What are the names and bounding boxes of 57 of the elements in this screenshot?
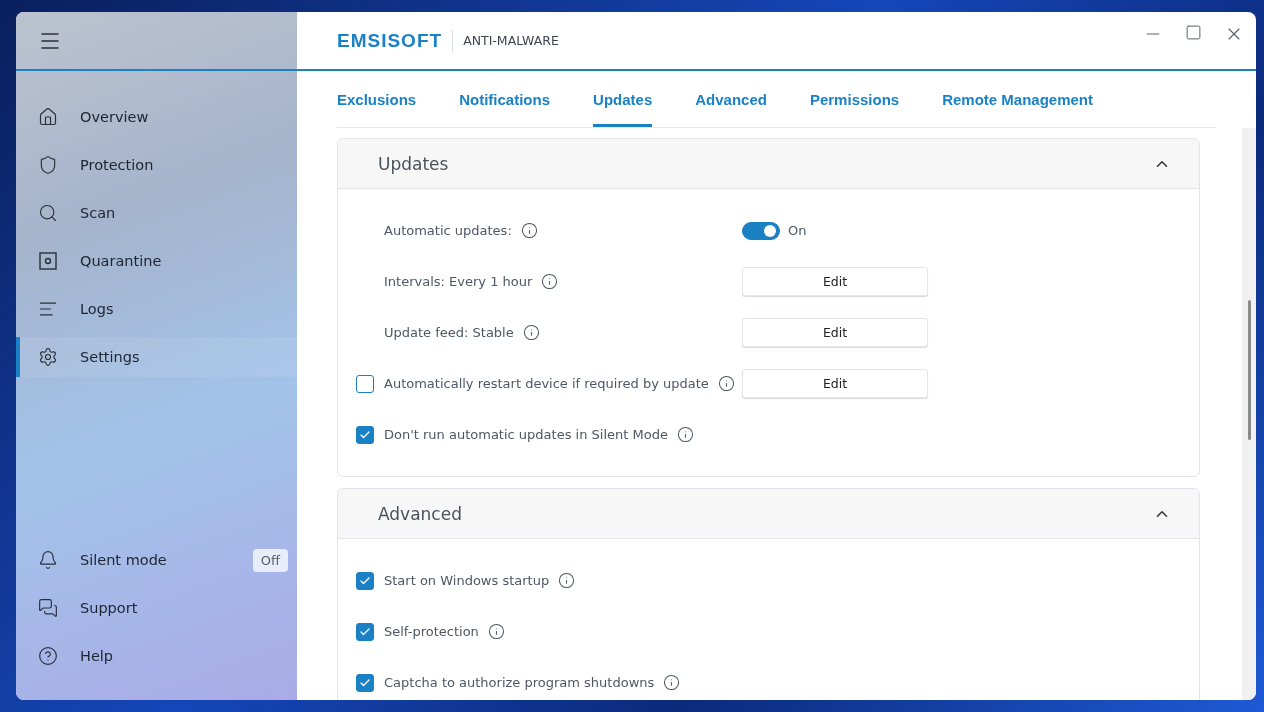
settings-tab[interactable]: Exclusions: [337, 71, 417, 127]
nav-item[interactable]: Scan: [16, 193, 297, 233]
info-icon[interactable]: [487, 623, 505, 640]
settings-tab[interactable]: Notifications: [459, 71, 551, 127]
setting-label: Start on Windows startup: [384, 573, 550, 588]
setting-label: Don't run automatic updates in Silent Mode: [384, 427, 668, 442]
setting-label: Intervals: Every 1 hour: [384, 274, 533, 289]
info-icon[interactable]: [522, 324, 540, 341]
nav-item[interactable]: Quarantine: [16, 241, 297, 281]
checkbox[interactable]: [356, 571, 374, 590]
status-badge: Off: [252, 548, 288, 572]
nav-item[interactable]: Settings: [16, 337, 297, 377]
info-icon[interactable]: [520, 222, 538, 239]
nav-item[interactable]: Protection: [16, 145, 297, 185]
info-icon[interactable]: [676, 426, 694, 443]
chat-icon: [38, 598, 58, 618]
settings-tab[interactable]: Permissions: [809, 71, 900, 127]
section-title: Advanced: [378, 503, 462, 524]
bell-icon: [38, 550, 58, 570]
edit-button[interactable]: Edit: [742, 267, 928, 296]
settings-tab[interactable]: Advanced: [695, 71, 767, 127]
brand-logo: EMSISOFT: [337, 29, 454, 52]
info-icon[interactable]: [717, 375, 735, 392]
section-title: Updates: [378, 153, 449, 174]
checkbox[interactable]: [356, 622, 374, 641]
checkbox[interactable]: [356, 673, 374, 692]
product-name: ANTI-MALWARE: [463, 33, 559, 48]
settings-icon: [38, 347, 58, 367]
nav-item[interactable]: Help: [16, 636, 297, 676]
setting-label: Self-protection: [384, 624, 479, 639]
nav-label: Silent mode: [80, 552, 167, 568]
toggle-switch[interactable]: [742, 221, 780, 240]
settings-tab[interactable]: Remote Management: [942, 71, 1094, 127]
nav-item[interactable]: Logs: [16, 289, 297, 329]
edit-button[interactable]: Edit: [742, 318, 928, 347]
setting-label: Captcha to authorize program shutdowns: [384, 675, 655, 690]
info-icon[interactable]: [663, 674, 681, 691]
home-icon: [38, 107, 58, 127]
settings-tab[interactable]: Updates: [593, 71, 653, 127]
info-icon[interactable]: [558, 572, 576, 589]
maximize-icon[interactable]: [1185, 24, 1202, 41]
checkbox[interactable]: [356, 425, 374, 444]
nav-label: Help: [80, 648, 114, 664]
setting-label: Automatically restart device if required by update: [384, 376, 709, 391]
nav-label: Support: [80, 600, 138, 616]
nav-item[interactable]: Support: [16, 588, 297, 628]
edit-button[interactable]: Edit: [742, 369, 928, 398]
search-icon: [38, 203, 58, 223]
nav-item[interactable]: Silent mode Off: [16, 540, 297, 580]
help-icon: [38, 646, 58, 666]
nav-item[interactable]: Overview: [16, 97, 297, 137]
shield-icon: [38, 155, 58, 175]
setting-label: Update feed: Stable: [384, 325, 514, 340]
setting-label: Automatic updates:: [384, 223, 512, 238]
info-icon[interactable]: [541, 273, 559, 290]
checkbox[interactable]: [356, 374, 374, 393]
toggle-state: On: [788, 223, 807, 238]
